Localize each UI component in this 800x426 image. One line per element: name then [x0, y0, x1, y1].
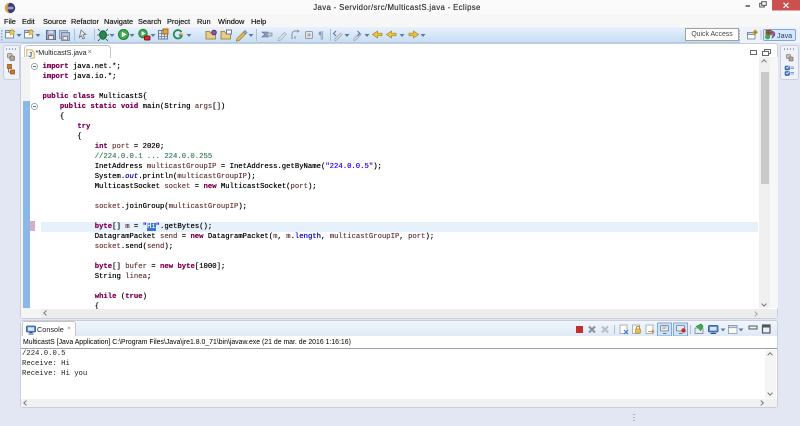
svg-text:¶: ¶	[318, 30, 324, 42]
